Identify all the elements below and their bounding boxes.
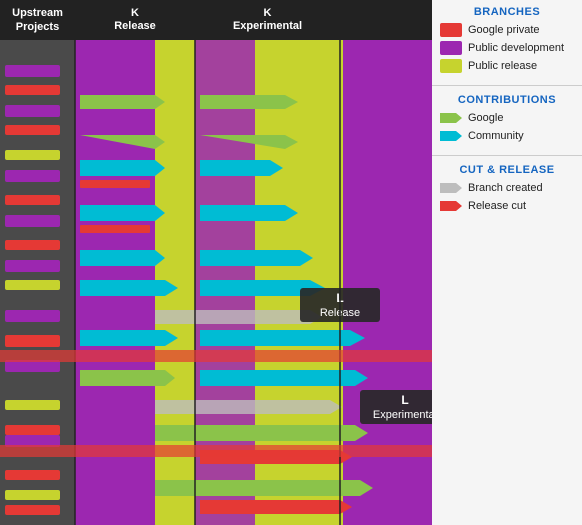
branch-created-label: Branch created (468, 182, 543, 194)
branches-title: BRANCHES (440, 6, 574, 18)
legend-public-release: Public release (440, 59, 574, 73)
legend-google-private: Google private (440, 23, 574, 37)
diagram-canvas: L Release L Experimental (0, 40, 432, 525)
google-private-swatch (440, 23, 462, 37)
svg-text:L: L (401, 393, 408, 407)
community-arrow-icon (440, 129, 462, 143)
divider-2 (432, 155, 582, 156)
diagram-area: Upstream Projects K Release K Experiment… (0, 0, 432, 525)
cut-release-title: CUT & RELEASE (440, 164, 574, 176)
col-upstream: Upstream Projects (0, 6, 75, 35)
column-headers: Upstream Projects K Release K Experiment… (0, 0, 432, 40)
cut-release-section: CUT & RELEASE Branch created Release cut (432, 158, 582, 223)
legend-community: Community (440, 129, 574, 143)
branch-created-icon (440, 181, 462, 195)
legend-google: Google (440, 111, 574, 125)
k-exp-sub: Experimental (233, 20, 302, 33)
col-k-experimental: K Experimental (195, 7, 340, 33)
contributions-title: CONTRIBUTIONS (440, 94, 574, 106)
public-dev-swatch (440, 41, 462, 55)
google-arrow-icon (440, 111, 462, 125)
branches-section: BRANCHES Google private Public developme… (432, 0, 582, 83)
legend-panel: BRANCHES Google private Public developme… (432, 0, 582, 525)
google-private-label: Google private (468, 24, 540, 36)
legend-release-cut: Release cut (440, 199, 574, 213)
public-release-label: Public release (468, 60, 537, 72)
release-cut-label: Release cut (468, 200, 526, 212)
col-k-release: K Release (75, 7, 195, 33)
community-label: Community (468, 130, 524, 142)
public-release-swatch (440, 59, 462, 73)
legend-branch-created: Branch created (440, 181, 574, 195)
divider-1 (432, 85, 582, 86)
release-cut-icon (440, 199, 462, 213)
k-release-label: K (131, 7, 139, 20)
svg-text:Experimental: Experimental (373, 409, 432, 421)
contributions-section: CONTRIBUTIONS Google Community (432, 88, 582, 153)
main-container: Upstream Projects K Release K Experiment… (0, 0, 582, 525)
k-exp-label: K (264, 7, 272, 20)
google-label: Google (468, 112, 503, 124)
legend-public-dev: Public development (440, 41, 574, 55)
public-dev-label: Public development (468, 42, 564, 54)
k-release-sub: Release (114, 20, 156, 33)
diagram-svg: L Release L Experimental (0, 40, 432, 525)
upstream-label: Upstream Projects (0, 6, 75, 35)
